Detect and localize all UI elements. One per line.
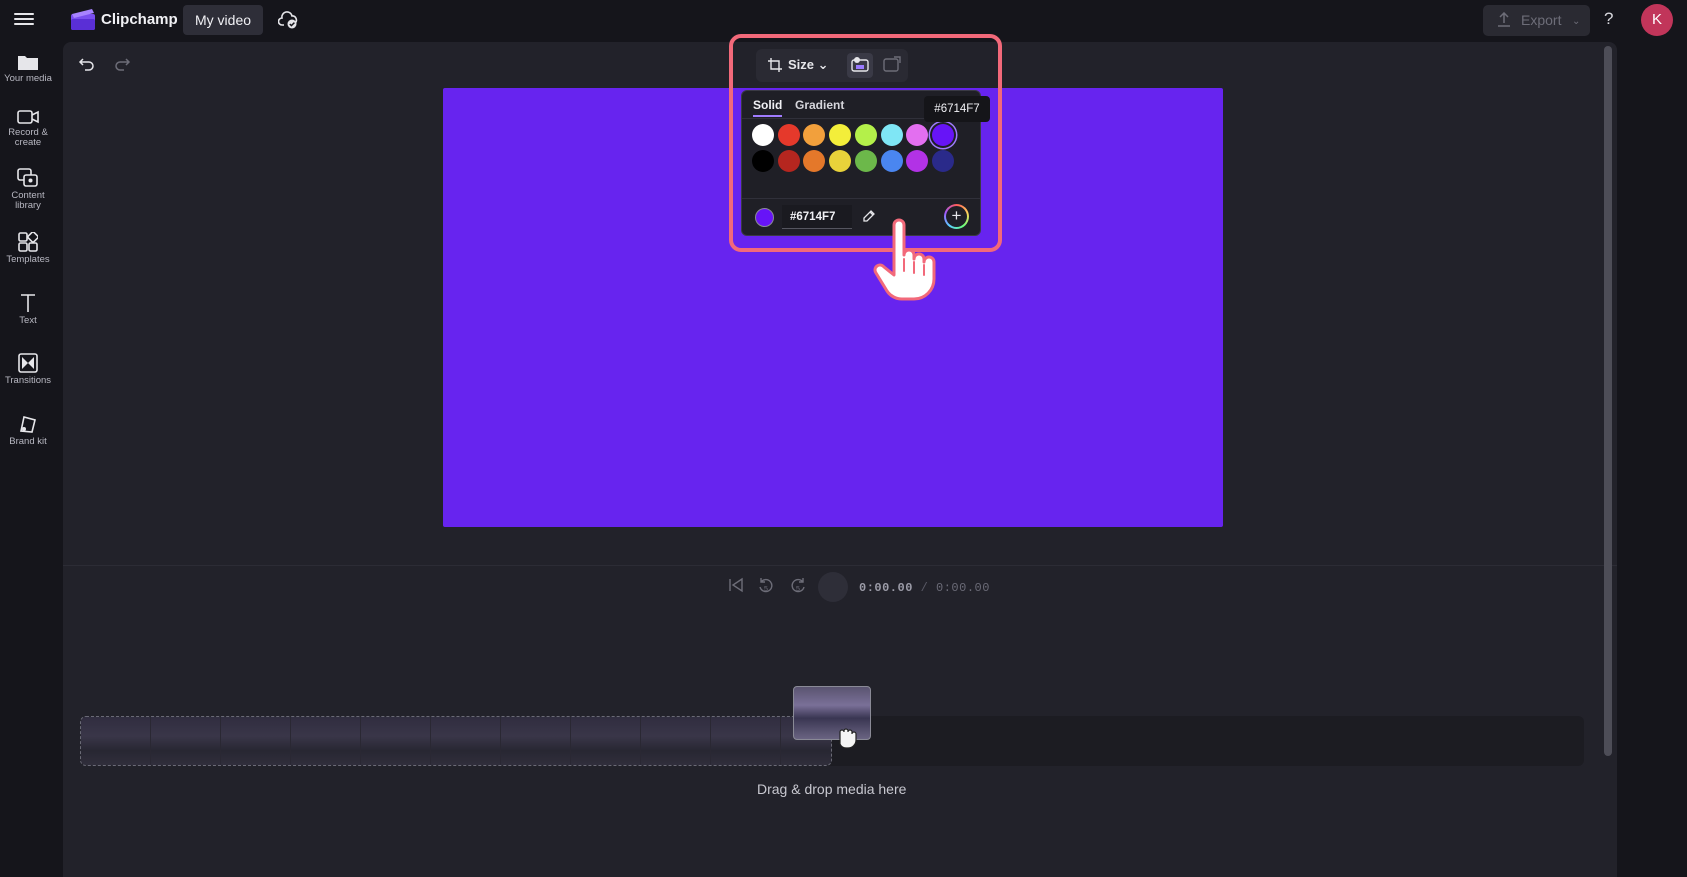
sidebar-item-transitions[interactable]: Transitions (0, 353, 56, 386)
thumbnail (641, 717, 711, 765)
chevron-down-icon: ⌄ (1572, 16, 1581, 27)
current-time: 0:00.00 (859, 581, 913, 595)
undo-icon[interactable] (78, 55, 96, 73)
total-time: 0:00.00 (936, 581, 990, 595)
color-swatch[interactable] (854, 150, 877, 172)
pointer-hand-cursor-icon (873, 218, 936, 301)
color-swatch[interactable] (880, 124, 903, 146)
sidebar-item-text[interactable]: Text (0, 293, 56, 326)
sidebar-item-brand-kit[interactable]: Brand kit (0, 414, 56, 447)
thumbnail (81, 717, 151, 765)
sidebar-item-label: Brand kit (9, 436, 47, 447)
thumbnail (291, 717, 361, 765)
avatar[interactable]: K (1641, 4, 1673, 36)
chevron-down-icon: ⌄ (817, 57, 829, 72)
popover-divider (742, 198, 980, 199)
time-separator: / (920, 581, 929, 595)
grab-cursor-icon (839, 728, 857, 749)
help-icon[interactable]: ? (1604, 9, 1613, 29)
color-swatch[interactable] (931, 150, 954, 172)
sidebar-item-your-media[interactable]: Your media (0, 53, 56, 84)
camera-icon (17, 110, 39, 124)
play-button[interactable] (818, 572, 848, 602)
color-swatch[interactable] (829, 124, 852, 146)
color-swatch[interactable] (880, 150, 903, 172)
thumbnail (711, 717, 781, 765)
thumbnail-strip (81, 717, 831, 765)
media-drop-zone[interactable] (80, 716, 832, 766)
templates-icon (18, 232, 38, 252)
color-swatch[interactable] (803, 150, 826, 172)
sidebar-item-content-library[interactable]: Content library (0, 168, 56, 211)
color-swatch[interactable] (906, 124, 929, 146)
add-custom-color-button[interactable]: + (944, 204, 969, 229)
hex-color-input[interactable] (782, 205, 852, 229)
svg-text:5: 5 (796, 586, 800, 593)
sidebar-item-label: Record & create (8, 127, 48, 148)
sidebar-item-label: Text (19, 315, 37, 326)
export-label: Export (1521, 12, 1562, 28)
drop-media-label: Drag & drop media here (757, 781, 907, 797)
brand-kit-icon (20, 416, 36, 433)
thumbnail (431, 717, 501, 765)
size-dropdown[interactable]: Size ⌄ (768, 57, 829, 73)
sidebar: Your media Record & create Content libra… (0, 40, 56, 877)
color-swatch[interactable] (752, 124, 774, 146)
thumbnail (571, 717, 641, 765)
color-swatch[interactable] (777, 124, 800, 146)
sidebar-item-label: Your media (4, 73, 52, 84)
vertical-scrollbar[interactable] (1604, 46, 1612, 756)
rewind-5-icon[interactable]: 5 (757, 577, 775, 595)
sidebar-item-label: Content library (11, 190, 45, 211)
thumbnail (221, 717, 291, 765)
sidebar-item-label: Templates (6, 254, 50, 265)
app-name: Clipchamp (101, 11, 178, 28)
redo-icon[interactable] (113, 55, 131, 73)
folder-icon (18, 56, 38, 70)
color-swatch[interactable] (752, 150, 774, 172)
current-color-swatch[interactable] (755, 208, 774, 227)
color-swatch[interactable] (829, 150, 852, 172)
skip-to-start-icon[interactable] (728, 577, 744, 593)
color-tooltip: #6714F7 (924, 96, 990, 122)
color-swatch[interactable] (854, 124, 877, 146)
transitions-icon (18, 353, 38, 373)
project-title-tab[interactable]: My video (183, 5, 264, 35)
text-icon (21, 294, 35, 312)
color-swatch[interactable] (906, 150, 929, 172)
sidebar-item-record-create[interactable]: Record & create (0, 109, 56, 148)
content-library-icon (17, 168, 38, 187)
thumbnail (151, 717, 221, 765)
upload-icon (1498, 12, 1510, 27)
color-swatch[interactable] (931, 124, 954, 146)
export-button[interactable]: Export ⌄ (1483, 5, 1590, 36)
forward-5-icon[interactable]: 5 (789, 577, 807, 595)
thumbnail (361, 717, 431, 765)
divider (63, 565, 1617, 566)
svg-text:5: 5 (764, 586, 768, 593)
tab-solid[interactable]: Solid (753, 98, 783, 117)
clipchamp-logo (71, 9, 95, 30)
cloud-sync-icon[interactable] (278, 10, 300, 30)
crop-resize-icon (768, 58, 782, 72)
sidebar-item-label: Transitions (4, 375, 52, 386)
color-swatch[interactable] (777, 150, 800, 172)
sidebar-item-templates[interactable]: Templates (0, 232, 56, 265)
fit-scale-icon[interactable] (883, 56, 901, 74)
background-color-icon[interactable] (851, 56, 869, 74)
plus-icon: + (946, 206, 967, 227)
menu-icon[interactable] (12, 10, 36, 30)
canvas-toolbar: Size ⌄ (756, 49, 908, 82)
time-display: 0:00.00 / 0:00.00 (859, 581, 990, 595)
tab-gradient[interactable]: Gradient (795, 98, 844, 112)
color-swatch[interactable] (803, 124, 826, 146)
size-label: Size (788, 57, 815, 72)
thumbnail (501, 717, 571, 765)
